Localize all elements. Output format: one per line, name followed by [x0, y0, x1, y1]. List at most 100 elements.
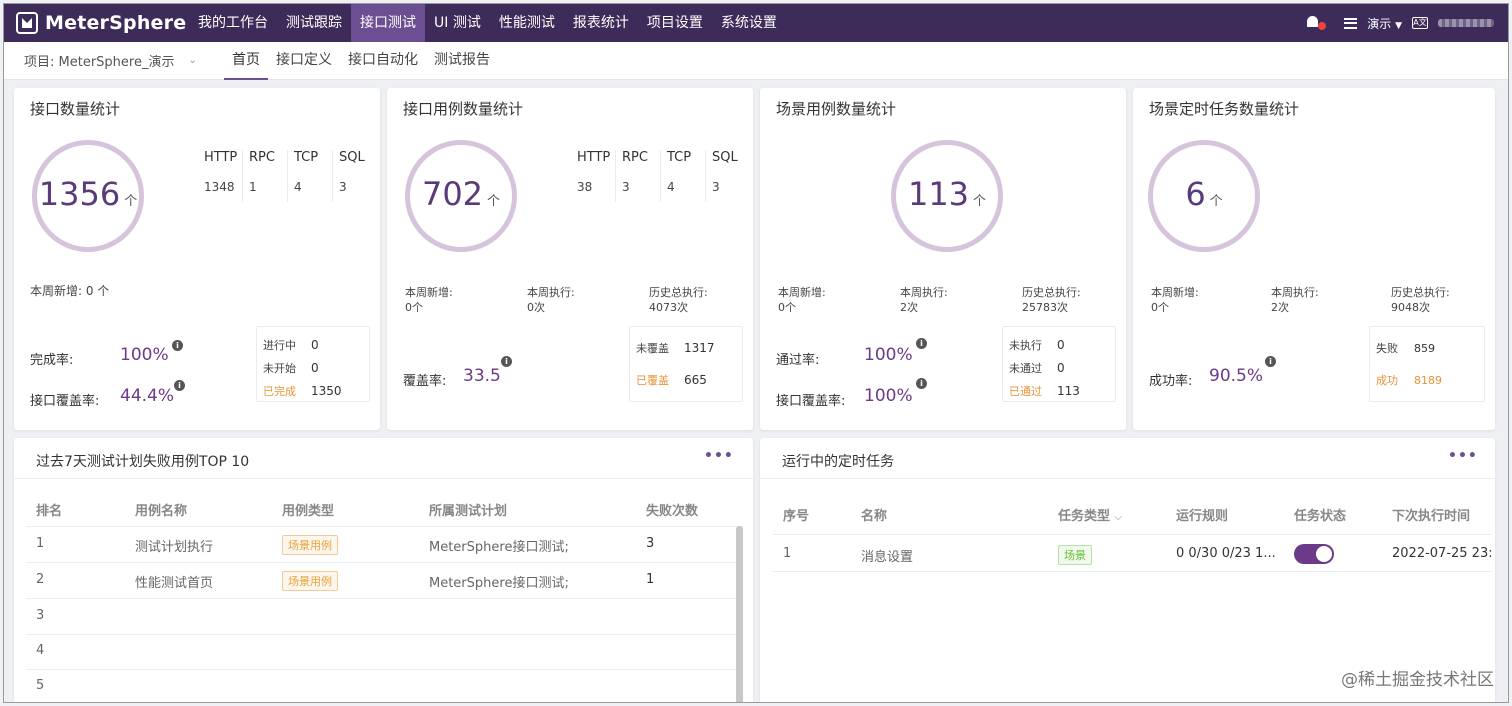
status-value: 0 — [311, 360, 319, 375]
notification-bell-icon[interactable] — [1306, 16, 1327, 30]
pass-label: 通过率: — [776, 353, 820, 368]
more-icon[interactable]: ••• — [1448, 448, 1478, 464]
language-switch-icon[interactable]: A文 — [1412, 17, 1428, 29]
metersphere-logo-icon — [16, 12, 38, 34]
case-type-tag: 场景用例 — [282, 571, 338, 591]
menu-item-workbench[interactable]: 我的工作台 — [189, 4, 277, 42]
task-status-toggle[interactable] — [1294, 544, 1334, 564]
status-value: 0 — [1057, 360, 1065, 375]
status-key: 失败 — [1376, 342, 1398, 355]
tab-api-definition[interactable]: 接口定义 — [268, 42, 340, 80]
status-value: 1317 — [684, 341, 715, 355]
top-nav-bar: MeterSphere 我的工作台 测试跟踪 接口测试 UI 测试 性能测试 报… — [4, 4, 1508, 42]
workspace-select[interactable]: 演示 ▼ — [1367, 15, 1402, 32]
sub-tabs: 首页 接口定义 接口自动化 测试报告 — [224, 42, 498, 80]
menu-item-test-track[interactable]: 测试跟踪 — [277, 4, 351, 42]
project-label: 项目: MeterSphere_演示 — [24, 55, 175, 70]
app-name: MeterSphere — [45, 12, 187, 34]
cell-name[interactable]: 消息设置 — [861, 546, 913, 565]
col-header-rule: 运行规则 — [1176, 509, 1229, 524]
case-type-table: HTTP 38 RPC 3 TCP 4 SQL 3 — [571, 150, 751, 202]
sort-icon[interactable]: ⌵ — [1115, 512, 1123, 523]
scenario-count-value: 113 — [907, 175, 970, 213]
col-header-no: 序号 — [783, 509, 810, 524]
tab-test-report[interactable]: 测试报告 — [426, 42, 498, 80]
schedule-count-card: 场景定时任务数量统计 6个 本周新增: 0个 本周执行: 2次 历史总执行: 9048… — [1133, 88, 1495, 430]
status-key: 已覆盖 — [636, 374, 669, 387]
info-icon[interactable]: i — [1265, 356, 1276, 367]
app-logo[interactable]: MeterSphere — [4, 12, 189, 34]
cell-case-name[interactable]: 测试计划执行 — [135, 536, 213, 555]
info-icon[interactable]: i — [174, 380, 185, 391]
info-icon[interactable]: i — [916, 378, 927, 389]
col-header-name: 名称 — [861, 509, 888, 524]
table-scrollbar[interactable] — [736, 526, 743, 702]
col-header-fail-count: 失败次数 — [646, 504, 699, 519]
metric-week-exec: 本周执行: 0次 — [527, 286, 575, 314]
status-value: 8189 — [1414, 373, 1442, 387]
metric-week-new: 本周新增: 0个 — [405, 286, 453, 314]
info-icon[interactable]: i — [501, 356, 512, 367]
menu-item-project-settings[interactable]: 项目设置 — [638, 4, 712, 42]
scenario-count-ring: 113 个 — [891, 140, 1003, 252]
col-header-case-type: 用例类型 — [282, 504, 335, 519]
success-label: 成功率: — [1149, 374, 1193, 389]
col-header-plan: 所属测试计划 — [429, 504, 508, 519]
task-type-tag: 场景 — [1058, 545, 1092, 565]
menu-item-report[interactable]: 报表统计 — [564, 4, 638, 42]
type-header-tcp: TCP — [667, 150, 692, 165]
menu-item-api-test[interactable]: 接口测试 — [351, 4, 425, 42]
card-title: 接口数量统计 — [30, 100, 121, 118]
task-list-icon[interactable] — [1344, 17, 1358, 29]
more-icon[interactable]: ••• — [704, 448, 734, 464]
cell-plan[interactable]: MeterSphere接口测试; — [429, 536, 569, 555]
main-menu: 我的工作台 测试跟踪 接口测试 UI 测试 性能测试 报表统计 项目设置 系统设… — [189, 4, 786, 42]
menu-item-system-settings[interactable]: 系统设置 — [712, 4, 786, 42]
tab-api-automation[interactable]: 接口自动化 — [340, 42, 426, 80]
metric-week-exec: 本周执行: 2次 — [900, 286, 948, 314]
status-box: 未执行 0 未通过 0 已通过 113 — [1002, 326, 1116, 402]
type-value-tcp: 4 — [667, 180, 675, 194]
menu-item-ui-test[interactable]: UI 测试 — [425, 4, 490, 42]
schedule-count-ring: 6个 — [1148, 140, 1260, 252]
status-key: 进行中 — [263, 338, 296, 352]
col-header-task-type[interactable]: 任务类型 ⌵ — [1058, 505, 1122, 524]
cell-next-time: 2022-07-25 23: — [1392, 546, 1493, 561]
success-value: 90.5% — [1209, 366, 1264, 386]
type-value-http: 38 — [577, 180, 593, 194]
running-tasks-panel: 运行中的定时任务 ••• 序号 名称 任务类型 ⌵ 运行规则 任务状态 下次执行… — [760, 438, 1495, 702]
week-new: 本周新增: 0 个 — [30, 284, 110, 298]
status-value: 113 — [1057, 383, 1080, 398]
chevron-down-icon: ⌄ — [188, 55, 197, 66]
cell-plan[interactable]: MeterSphere接口测试; — [429, 572, 569, 591]
col-header-case-name: 用例名称 — [135, 504, 188, 519]
status-key: 已完成 — [263, 384, 296, 398]
type-header-sql: SQL — [339, 150, 365, 165]
type-header-tcp: TCP — [294, 150, 319, 165]
status-value: 665 — [684, 373, 707, 387]
status-value: 859 — [1414, 341, 1435, 355]
cell-rank: 3 — [36, 608, 45, 623]
info-icon[interactable]: i — [172, 340, 183, 351]
cell-case-name[interactable]: 性能测试首页 — [135, 572, 213, 591]
cell-case-type: 场景用例 — [282, 535, 338, 555]
api-count-value: 1356 — [38, 175, 121, 213]
status-box: 失败 859 成功 8189 — [1369, 326, 1485, 402]
user-menu[interactable] — [1438, 19, 1494, 27]
app-window: MeterSphere 我的工作台 测试跟踪 接口测试 UI 测试 性能测试 报… — [3, 3, 1509, 703]
cell-fail-count: 1 — [646, 572, 655, 587]
metric-total-exec: 历史总执行: 9048次 — [1391, 286, 1450, 314]
status-box: 未覆盖 1317 已覆盖 665 — [629, 326, 743, 402]
pass-value: 100% — [864, 345, 913, 365]
metric-total-exec: 历史总执行: 4073次 — [649, 286, 708, 314]
coverage-value: 100% — [864, 386, 913, 406]
info-icon[interactable]: i — [916, 338, 927, 349]
menu-item-performance-test[interactable]: 性能测试 — [490, 4, 564, 42]
cell-task-type: 场景 — [1058, 545, 1092, 565]
notification-dot — [1318, 22, 1327, 30]
panel-title: 过去7天测试计划失败用例TOP 10 — [36, 454, 250, 470]
col-header-next-time: 下次执行时间 — [1392, 509, 1471, 524]
count-unit: 个 — [973, 194, 987, 209]
tab-home[interactable]: 首页 — [224, 42, 268, 80]
project-select[interactable]: 项目: MeterSphere_演示 ⌄ — [4, 51, 224, 70]
